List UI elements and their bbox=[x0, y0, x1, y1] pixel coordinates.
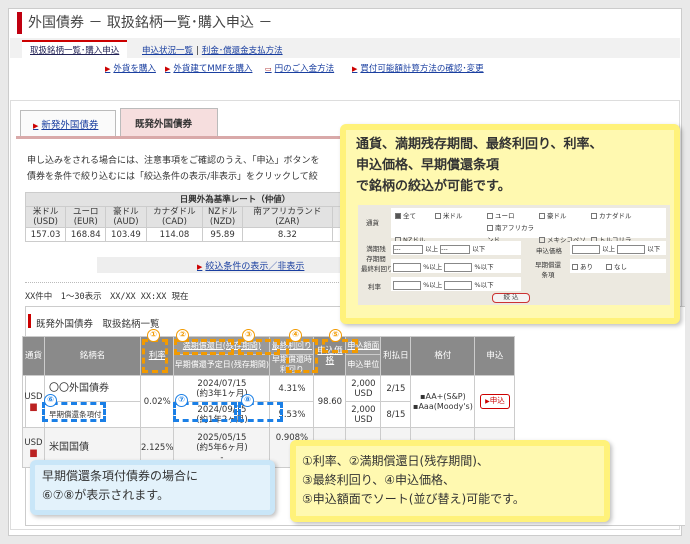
fx-rate-title: 日興外為基準レート（仲値） bbox=[25, 192, 345, 207]
divider bbox=[25, 282, 345, 283]
currency-option[interactable]: カナダドル bbox=[591, 210, 643, 222]
us-flag-icon: ▆ bbox=[30, 447, 37, 458]
currency-option[interactable]: 米ドル bbox=[435, 210, 487, 222]
filter-toggle-link[interactable]: ▶ 絞込条件の表示／非表示 bbox=[97, 257, 347, 273]
price-min-input[interactable] bbox=[572, 244, 600, 254]
currency-option[interactable]: ユーロ bbox=[487, 210, 539, 222]
rate-value: 157.03 bbox=[24, 227, 67, 242]
rate-min-input[interactable] bbox=[393, 280, 421, 290]
callout-early-text: 早期償還条項付債券の場合に ⑥⑦⑧が表示されます。 bbox=[42, 469, 199, 502]
sub-link-buy-mmf[interactable]: ▶ 外貨建てMMFを購入 bbox=[165, 62, 252, 74]
rate-value: 168.84 bbox=[65, 227, 107, 242]
sort-highlight-5 bbox=[322, 339, 358, 353]
tab-new-bonds[interactable]: ▶ 新発外国債券 bbox=[20, 110, 116, 136]
rate-currency: カナダドル (CAD) bbox=[145, 206, 204, 228]
rate-currency: 米ドル (USD) bbox=[24, 206, 67, 228]
rate-value: 114.08 bbox=[145, 227, 204, 242]
marker-7: ⑦ bbox=[175, 394, 188, 407]
nav-separator: | bbox=[195, 46, 199, 56]
sub-link-calc[interactable]: ▶ 買付可能額計算方法の確認･変更 bbox=[352, 62, 484, 74]
price-max-input[interactable] bbox=[617, 244, 646, 254]
filter-panel: 通貨 全て 米ドル ユーロ 豪ドル カナダドルNZドル南アフリカランド メキシコペソ トルコ… bbox=[358, 205, 670, 305]
col-apply: 申込 bbox=[474, 336, 516, 376]
maturity-max-select[interactable]: --- bbox=[440, 244, 471, 254]
rate-value: 103.49 bbox=[105, 227, 147, 242]
list-title: 既発外国債券 取扱銘柄一覧 bbox=[36, 319, 160, 330]
table-row: USD ▆ 〇〇外国債券 0.02% 2024/07/15 (約3年1ヶ月) 4.3… bbox=[22, 375, 516, 428]
marker-5: ⑤ bbox=[329, 329, 342, 342]
rate-currency: 豪ドル (AUD) bbox=[105, 206, 147, 228]
nav-tab-active[interactable]: 取扱銘柄一覧･購入申込 bbox=[22, 40, 128, 58]
sort-highlight-1 bbox=[142, 339, 168, 373]
arrow-icon: ▶ bbox=[165, 65, 171, 73]
early-yes-checkbox[interactable] bbox=[572, 264, 578, 270]
page-title: 外国債券 － 取扱銘柄一覧･購入申込 － bbox=[28, 15, 273, 31]
currency-checkboxes: 全て米ドルユーロ豪ドルカナダドルNZドル南アフリカランドメキシコペソトルコリラブ… bbox=[391, 208, 666, 268]
sub-link-buy-fx[interactable]: ▶ 外貨を購入 bbox=[105, 62, 156, 74]
us-flag-icon: ▆ bbox=[30, 401, 37, 412]
apply-button[interactable]: ▶申込 bbox=[480, 394, 510, 409]
nav-link-payment[interactable]: 利金･償還金支払方法 bbox=[202, 46, 283, 56]
col-rating: 格付 bbox=[410, 336, 476, 376]
arrow-icon: ▶ bbox=[33, 122, 39, 130]
yield-max-input[interactable] bbox=[444, 262, 473, 272]
marker-8: ⑧ bbox=[241, 394, 254, 407]
rate-currency: 南アフリカランド (ZAR) bbox=[241, 206, 334, 228]
yield-min-input[interactable] bbox=[393, 262, 421, 272]
filter-submit-button[interactable]: 絞 込 bbox=[492, 293, 530, 303]
callout-filter-text: 通貨、満期残存期間、最終利回り、利率、 申込価格、早期償還条項 で銘柄の絞込が可能で… bbox=[356, 137, 603, 194]
col-name: 銘柄名 bbox=[44, 336, 141, 376]
col-payment: 利払日 bbox=[380, 336, 412, 376]
rate-max-input[interactable] bbox=[444, 280, 473, 290]
col-currency: 通貨 bbox=[22, 336, 45, 376]
title-accent bbox=[17, 12, 22, 34]
marker-4: ④ bbox=[289, 329, 302, 342]
marker-2: ② bbox=[176, 329, 189, 342]
currency-option[interactable]: 豪ドル bbox=[539, 210, 591, 222]
rate-currency: NZドル (NZD) bbox=[202, 206, 243, 228]
rate-value: 95.89 bbox=[202, 227, 243, 242]
sub-link-deposit[interactable]: ▭ 円のご入金方法 bbox=[265, 62, 334, 74]
maturity-min-select[interactable]: --- bbox=[393, 244, 423, 254]
rate-value: 8.32 bbox=[241, 227, 334, 242]
sort-highlight-3 bbox=[238, 339, 280, 355]
arrow-icon: ▶ bbox=[352, 65, 358, 73]
window-icon: ▭ bbox=[265, 65, 272, 73]
description: 申し込みをされる場合には、注意事項をご確認のうえ、「申込」ボタンを 債券を条件で絞… bbox=[27, 156, 320, 182]
marker-1: ① bbox=[147, 329, 160, 342]
early-no-checkbox[interactable] bbox=[606, 264, 612, 270]
nav-link-status[interactable]: 申込状況一覧 bbox=[142, 46, 193, 56]
sort-highlight-4 bbox=[286, 339, 318, 373]
marker-6: ⑥ bbox=[44, 394, 57, 407]
arrow-icon: ▶ bbox=[105, 65, 111, 73]
fx-rate-table: 日興外為基準レート（仲値） 米ドル (USD) ユーロ (EUR) 豪ドル (AUD) カナ… bbox=[24, 192, 345, 242]
nav-links: 申込状況一覧 | 利金･償還金支払方法 bbox=[142, 44, 283, 56]
list-title-accent bbox=[28, 314, 31, 328]
currency-option[interactable]: 全て bbox=[395, 210, 435, 222]
tab-existing-bonds[interactable]: 既発外国債券 bbox=[120, 108, 218, 136]
marker-3: ③ bbox=[242, 329, 255, 342]
rate-currency: ユーロ (EUR) bbox=[65, 206, 107, 228]
callout-sort-text: ①利率、②満期償還日(残存期間)、 ③最終利回り、④申込価格、 ⑤申込額面でソート(… bbox=[302, 454, 525, 506]
result-count: XX件中 1～30表示 XX/XX XX:XX 現在 bbox=[25, 292, 189, 302]
